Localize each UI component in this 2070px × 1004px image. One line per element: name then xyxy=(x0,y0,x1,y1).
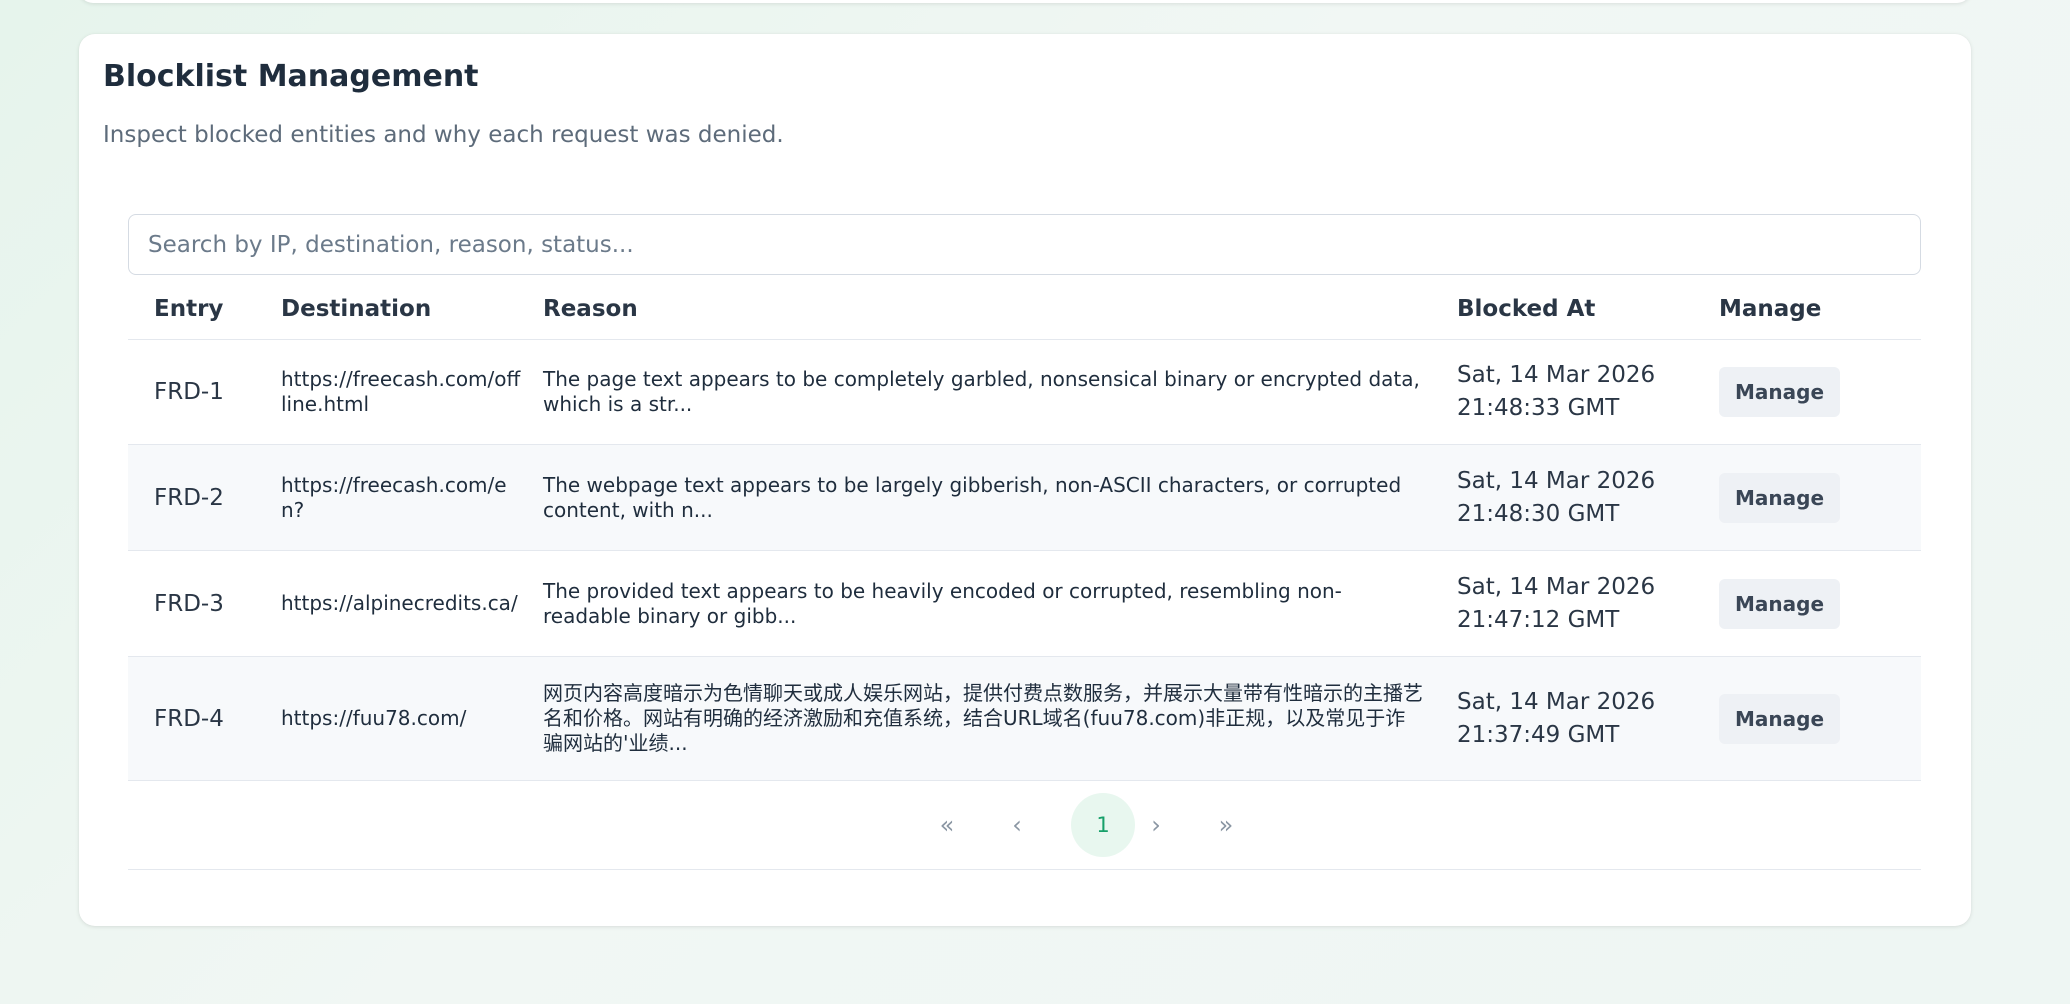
manage-cell: Manage xyxy=(1719,551,1841,656)
blocked-at: Sat, 14 Mar 2026 21:37:49 GMT xyxy=(1457,688,1656,748)
page-subtitle: Inspect blocked entities and why each re… xyxy=(103,122,784,148)
blocked-at: Sat, 14 Mar 2026 21:48:33 GMT xyxy=(1457,362,1656,421)
table-row: FRD-2 https://freecash.com/en? The webpa… xyxy=(128,445,1921,551)
manage-cell: Manage xyxy=(1719,657,1841,780)
table-row: FRD-3 https://alpinecredits.ca/ The prov… xyxy=(128,551,1921,657)
column-header-entry[interactable]: Entry xyxy=(154,279,223,340)
last-page-button[interactable]: » xyxy=(1194,793,1258,857)
entry-id: FRD-3 xyxy=(154,590,224,617)
destination-url: https://freecash.com/offline.html xyxy=(281,367,521,416)
previous-card xyxy=(79,0,1971,3)
blocklist-card: Blocklist Management Inspect blocked ent… xyxy=(79,34,1971,926)
manage-button[interactable]: Manage xyxy=(1719,693,1841,744)
column-header-manage: Manage xyxy=(1719,296,1822,322)
search-input[interactable] xyxy=(128,214,1921,275)
first-page-button[interactable]: « xyxy=(915,793,979,857)
destination-url: https://freecash.com/en? xyxy=(281,472,507,522)
entry-id: FRD-4 xyxy=(154,705,224,732)
manage-button[interactable]: Manage xyxy=(1719,578,1841,629)
table-row: FRD-1 https://freecash.com/offline.html … xyxy=(128,340,1921,445)
block-reason: 网页内容高度暗示为色情聊天或成人娱乐网站，提供付费点数服务，并展示大量带有性暗示… xyxy=(543,681,1423,755)
pagination: « ‹ 1 › » xyxy=(128,781,1921,870)
blocked-at: Sat, 14 Mar 2026 21:47:12 GMT xyxy=(1457,573,1656,633)
destination-url: https://alpinecredits.ca/ xyxy=(281,591,518,615)
entry-id: FRD-1 xyxy=(154,379,224,405)
prev-page-button[interactable]: ‹ xyxy=(985,793,1049,857)
table-row: FRD-4 https://fuu78.com/ 网页内容高度暗示为色情聊天或成… xyxy=(128,657,1921,781)
manage-cell: Manage xyxy=(1719,340,1841,444)
block-reason: The webpage text appears to be largely g… xyxy=(543,472,1402,522)
manage-cell: Manage xyxy=(1719,445,1841,550)
manage-button[interactable]: Manage xyxy=(1719,367,1841,417)
blocklist-table: Entry Destination Reason Blocked At Mana… xyxy=(128,279,1921,870)
blocked-at: Sat, 14 Mar 2026 21:48:30 GMT xyxy=(1457,467,1656,527)
column-header-blocked-at[interactable]: Blocked At xyxy=(1457,279,1595,340)
entry-id: FRD-2 xyxy=(154,484,224,511)
next-page-button[interactable]: › xyxy=(1124,793,1188,857)
destination-url: https://fuu78.com/ xyxy=(281,706,467,730)
column-header-destination[interactable]: Destination xyxy=(281,279,431,340)
manage-button[interactable]: Manage xyxy=(1719,472,1841,523)
column-header-reason[interactable]: Reason xyxy=(543,279,638,340)
block-reason: The page text appears to be completely g… xyxy=(543,367,1420,416)
page-title: Blocklist Management xyxy=(103,59,479,94)
block-reason: The provided text appears to be heavily … xyxy=(543,578,1342,628)
table-header: Entry Destination Reason Blocked At Mana… xyxy=(128,279,1921,340)
